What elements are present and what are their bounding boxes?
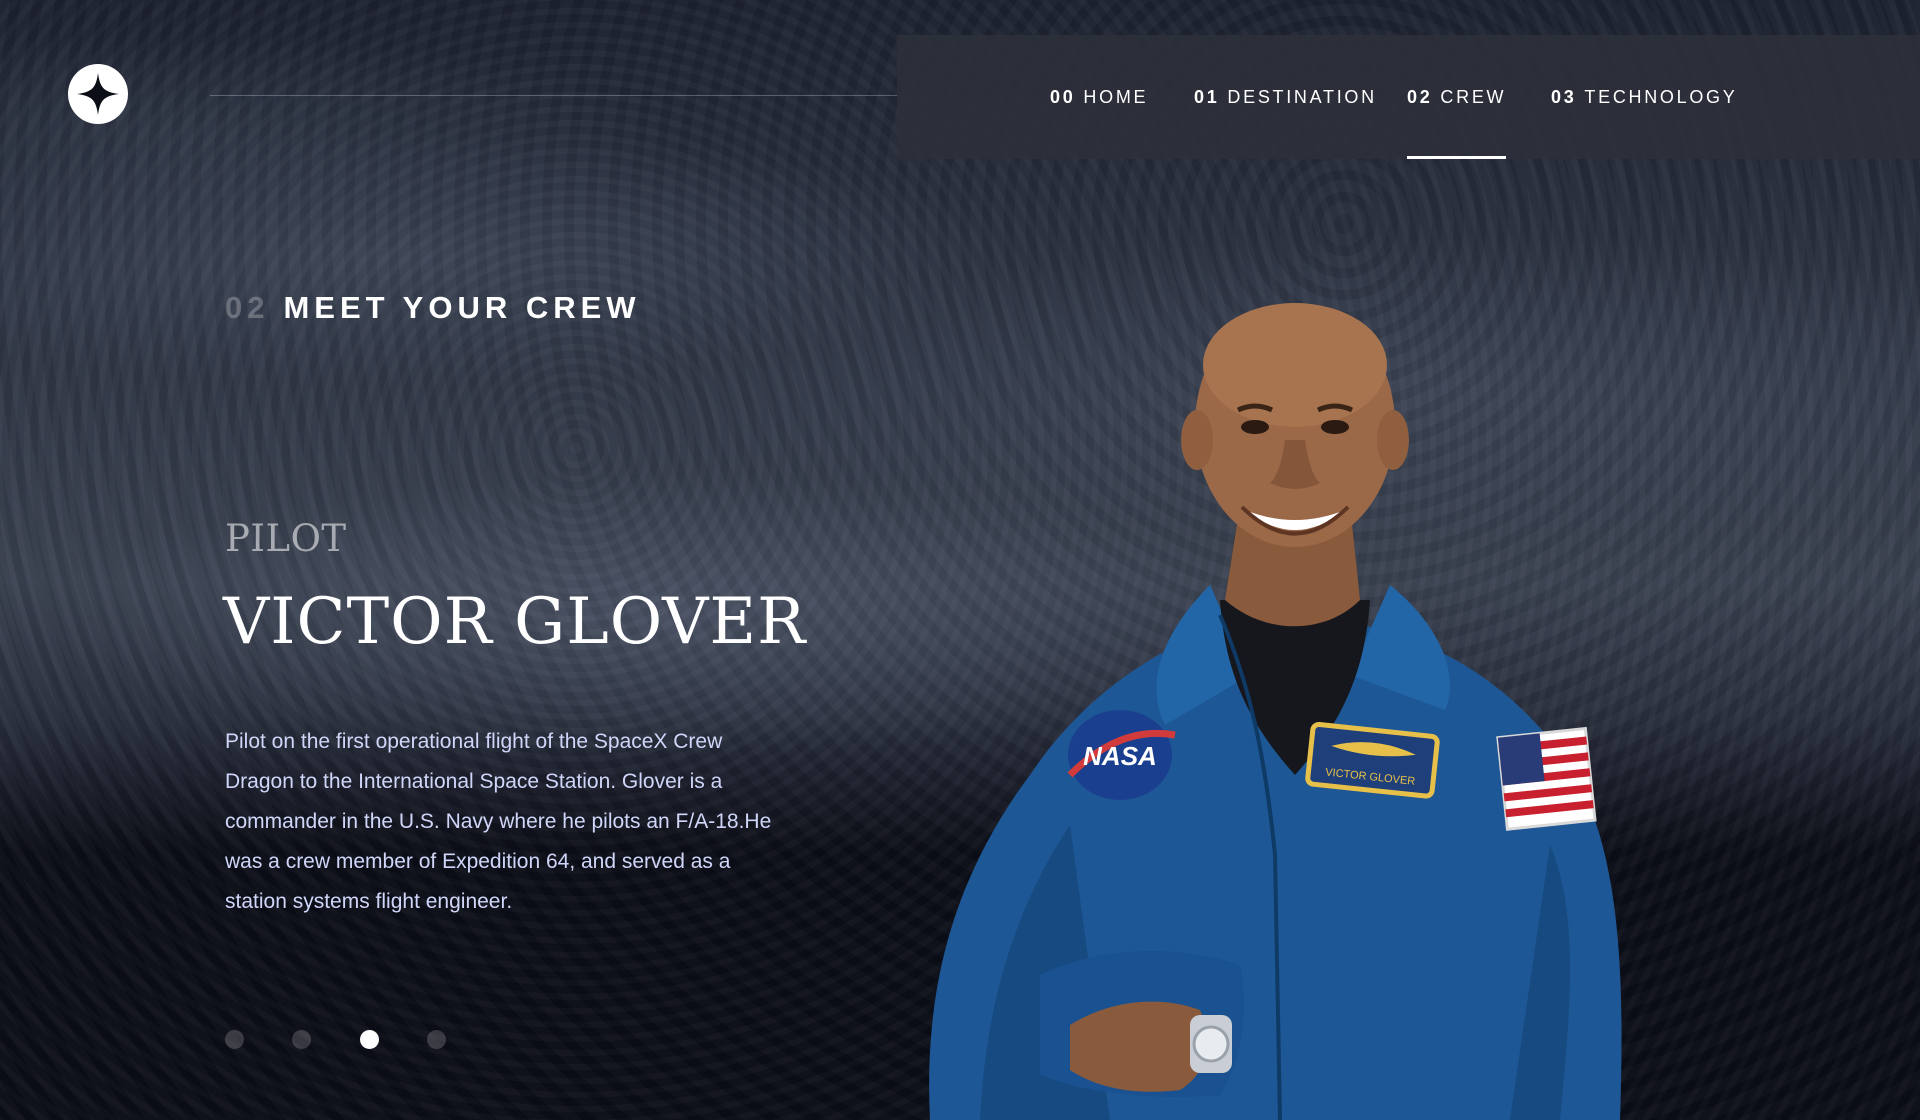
section-heading: 02 MEET YOUR CREW — [225, 290, 641, 326]
crew-name: VICTOR GLOVER — [223, 585, 807, 659]
nav-item-label: TECHNOLOGY — [1584, 86, 1738, 107]
star-logo-glyph — [77, 73, 119, 115]
section-heading-number: 02 — [225, 290, 270, 325]
carousel-dot-active[interactable] — [360, 1030, 379, 1049]
main-nav: 00 HOME 01 DESTINATION 02 CREW 03 TECHNO… — [897, 35, 1920, 159]
nav-item-number: 00 — [1050, 86, 1076, 107]
nav-item-number: 01 — [1194, 86, 1220, 107]
nav-item-label: DESTINATION — [1227, 86, 1377, 107]
nav-item-technology[interactable]: 03 TECHNOLOGY — [1551, 35, 1737, 159]
section-heading-text: MEET YOUR CREW — [283, 290, 641, 325]
nav-item-label: HOME — [1083, 86, 1149, 107]
header-divider — [210, 95, 900, 96]
crew-page: 00 HOME 01 DESTINATION 02 CREW 03 TECHNO… — [0, 0, 1920, 1120]
crew-role: PILOT — [225, 517, 347, 560]
carousel-dot[interactable] — [427, 1030, 446, 1049]
star-logo-icon[interactable] — [68, 64, 128, 124]
carousel-dot[interactable] — [292, 1030, 311, 1049]
carousel-dot[interactable] — [225, 1030, 244, 1049]
crew-bio: Pilot on the first operational flight of… — [225, 730, 772, 913]
crew-portrait: NASA VICTOR GLOVER — [929, 303, 1622, 1120]
nav-item-number: 03 — [1551, 86, 1577, 107]
nav-item-crew[interactable]: 02 CREW — [1407, 35, 1507, 159]
nav-item-label: CREW — [1440, 86, 1507, 107]
nav-item-number: 02 — [1407, 86, 1433, 107]
nasa-patch-text: NASA — [1083, 741, 1157, 771]
nav-item-home[interactable]: 00 HOME — [1050, 35, 1148, 159]
nav-item-destination[interactable]: 01 DESTINATION — [1194, 35, 1377, 159]
